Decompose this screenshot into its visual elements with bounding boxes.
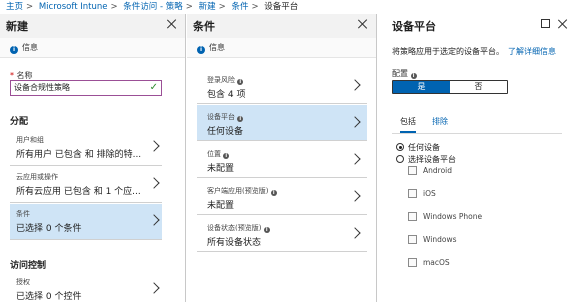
- info-icon: i: [270, 190, 277, 196]
- breadcrumb-new[interactable]: 新建: [199, 2, 216, 12]
- chevron-right-icon: [349, 190, 361, 202]
- condition-locations[interactable]: 位置 i 未配置: [197, 142, 367, 178]
- radio-select-platforms[interactable]: 选择设备平台: [396, 154, 456, 165]
- chevron-right-icon: [349, 116, 361, 128]
- info-bar[interactable]: i 信息: [187, 38, 376, 58]
- breadcrumb: 主页 > Microsoft Intune > 条件访问 - 策略 > 新建 > 条件 >…: [6, 2, 299, 12]
- chevron-right-icon: [349, 227, 361, 239]
- info-icon: i: [237, 116, 244, 122]
- breadcrumb-conditions[interactable]: 条件: [231, 2, 248, 12]
- radio-selected-icon: [396, 143, 404, 151]
- learn-more-link[interactable]: 了解详细信息: [508, 47, 556, 56]
- tab-include[interactable]: 包括: [400, 116, 416, 133]
- condition-sign-in-risk[interactable]: 登录风险 i 包含 4 项: [197, 68, 367, 104]
- conditions-card[interactable]: 条件 已选择 0 个条件: [10, 204, 162, 240]
- tab-exclude[interactable]: 排除: [432, 116, 448, 131]
- checkbox-windows-phone[interactable]: Windows Phone: [408, 212, 482, 221]
- checkbox-icon: [408, 258, 417, 267]
- checkbox-android[interactable]: Android: [408, 166, 452, 175]
- chevron-right-icon: [148, 177, 160, 189]
- breadcrumb-intune[interactable]: Microsoft Intune: [39, 2, 108, 12]
- radio-icon: [396, 155, 404, 163]
- breadcrumb-ca-policies[interactable]: 条件访问 - 策略: [123, 2, 182, 12]
- info-icon: i: [237, 79, 244, 85]
- info-icon: i: [410, 73, 417, 79]
- cloud-apps-card[interactable]: 云应用或操作 所有云应用 已包含 和 1 个应...: [10, 167, 162, 203]
- checkbox-icon: [408, 212, 417, 221]
- radio-any-device[interactable]: 任何设备: [396, 142, 440, 153]
- info-icon: i: [10, 46, 18, 54]
- checkbox-icon: [408, 166, 417, 175]
- description: 将策略应用于选定的设备平台。 了解详细信息: [392, 47, 556, 56]
- chevron-right-icon: [148, 214, 160, 226]
- grant-card[interactable]: 授权 已选择 0 个控件: [10, 272, 162, 302]
- configure-label: 配置 i: [392, 68, 417, 79]
- maximize-icon[interactable]: [541, 19, 550, 28]
- blade-title: 新建: [6, 20, 28, 33]
- chevron-right-icon: [148, 282, 160, 294]
- tab-bar: 包括 排除: [392, 114, 562, 134]
- checkbox-icon: [408, 235, 417, 244]
- blade-header: 设备平台: [378, 14, 576, 38]
- blade-header: 新建: [0, 14, 185, 38]
- close-icon[interactable]: [556, 17, 570, 31]
- close-icon[interactable]: [165, 17, 179, 31]
- name-input[interactable]: 设备合规性策略 ✓: [10, 80, 162, 96]
- configure-toggle[interactable]: 是 否: [392, 80, 508, 94]
- breadcrumb-home[interactable]: 主页: [6, 2, 23, 12]
- device-platforms-blade: 设备平台 将策略应用于选定的设备平台。 了解详细信息 配置 i 是 否 包括 排除…: [378, 14, 576, 302]
- breadcrumb-current: 设备平台: [264, 2, 299, 12]
- access-control-heading: 访问控制: [10, 261, 47, 271]
- users-groups-card[interactable]: 用户和组 所有用户 已包含 和 排除的特...: [10, 130, 162, 166]
- info-icon: i: [197, 46, 205, 54]
- chevron-right-icon: [349, 153, 361, 165]
- blade-title: 条件: [193, 20, 215, 33]
- blade-title: 设备平台: [392, 20, 436, 33]
- assignments-heading: 分配: [10, 117, 29, 127]
- checkbox-windows[interactable]: Windows: [408, 235, 456, 244]
- checkbox-ios[interactable]: iOS: [408, 189, 436, 198]
- chevron-right-icon: [349, 79, 361, 91]
- blade-header: 条件: [187, 14, 376, 38]
- checkmark-icon: ✓: [149, 82, 158, 93]
- new-policy-blade: 新建 i 信息 * 名称 设备合规性策略 ✓ 分配 用户和组 所有用户 已包含 和 …: [0, 14, 186, 302]
- close-icon[interactable]: [356, 17, 370, 31]
- checkbox-icon: [408, 189, 417, 198]
- toggle-yes[interactable]: 是: [393, 81, 450, 93]
- info-icon: i: [263, 227, 270, 233]
- info-icon: i: [223, 153, 230, 159]
- condition-device-platforms[interactable]: 设备平台 i 任何设备: [197, 105, 367, 141]
- conditions-blade: 条件 i 信息 登录风险 i 包含 4 项 设备平台 i 任何设备 位置 i 未配…: [187, 14, 377, 302]
- checkbox-macos[interactable]: macOS: [408, 258, 450, 267]
- toggle-no[interactable]: 否: [450, 81, 507, 93]
- condition-device-state[interactable]: 设备状态(预览版) i 所有设备状态: [197, 216, 367, 252]
- info-bar[interactable]: i 信息: [0, 38, 185, 58]
- condition-client-apps[interactable]: 客户端应用(预览版) i 未配置: [197, 179, 367, 215]
- chevron-right-icon: [148, 140, 160, 152]
